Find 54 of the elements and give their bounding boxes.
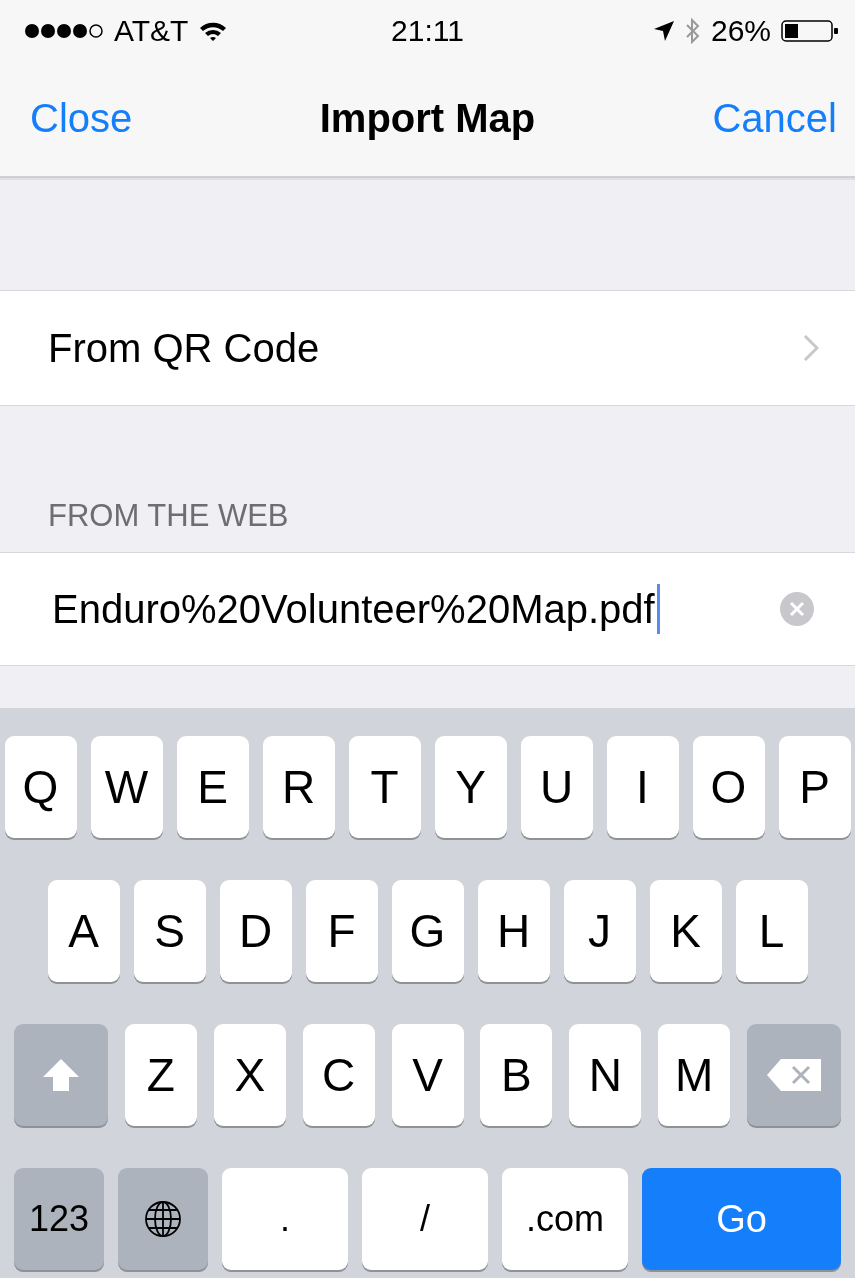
globe-key[interactable]: [118, 1168, 208, 1270]
key[interactable]: L: [735, 880, 808, 982]
url-field[interactable]: Enduro%20Volunteer%20Map.pdf: [0, 552, 855, 666]
go-key[interactable]: Go: [642, 1168, 841, 1270]
close-button[interactable]: Close: [30, 95, 133, 141]
key[interactable]: Z: [124, 1024, 197, 1126]
carrier-name: AT&T: [114, 14, 189, 48]
key[interactable]: K: [649, 880, 722, 982]
clear-icon[interactable]: [779, 591, 815, 627]
shift-key[interactable]: [14, 1024, 108, 1126]
key[interactable]: I: [606, 736, 679, 838]
key[interactable]: /: [362, 1168, 488, 1270]
key[interactable]: G: [391, 880, 464, 982]
numbers-key[interactable]: 123: [14, 1168, 104, 1270]
key[interactable]: O: [692, 736, 765, 838]
key[interactable]: T: [348, 736, 421, 838]
key[interactable]: N: [569, 1024, 642, 1126]
key[interactable]: B: [480, 1024, 553, 1126]
location-arrow-icon: [652, 20, 675, 42]
row-label: From QR Code: [48, 325, 320, 371]
key[interactable]: R: [262, 736, 335, 838]
key[interactable]: V: [391, 1024, 464, 1126]
key[interactable]: F: [305, 880, 378, 982]
wifi-icon: [198, 20, 229, 42]
key[interactable]: P: [778, 736, 851, 838]
key[interactable]: J: [563, 880, 636, 982]
globe-icon: [143, 1199, 183, 1239]
clock-time: 21:11: [391, 14, 464, 48]
key[interactable]: D: [219, 880, 292, 982]
battery-percent: 26%: [710, 14, 771, 48]
list-row[interactable]: From QR Code: [0, 290, 855, 406]
bluetooth-icon: [684, 18, 701, 44]
signal-icon: [24, 23, 104, 39]
key[interactable]: H: [477, 880, 550, 982]
delete-key[interactable]: [747, 1024, 841, 1126]
screen-title: Import Map: [319, 95, 536, 141]
key[interactable]: W: [90, 736, 163, 838]
key[interactable]: .com: [502, 1168, 628, 1270]
section-header: FROM THE WEB: [48, 498, 289, 534]
key[interactable]: U: [520, 736, 593, 838]
key[interactable]: M: [658, 1024, 731, 1126]
key[interactable]: S: [133, 880, 206, 982]
shift-arrow-icon: [41, 1057, 81, 1093]
backspace-icon: [765, 1057, 823, 1093]
key[interactable]: A: [47, 880, 120, 982]
key[interactable]: .: [222, 1168, 348, 1270]
key[interactable]: Y: [434, 736, 507, 838]
key[interactable]: E: [176, 736, 249, 838]
key[interactable]: X: [213, 1024, 286, 1126]
battery-icon: [781, 20, 839, 42]
key[interactable]: C: [302, 1024, 375, 1126]
cancel-button[interactable]: Cancel: [712, 95, 837, 141]
chevron-icon: [803, 334, 819, 362]
key[interactable]: Q: [4, 736, 77, 838]
